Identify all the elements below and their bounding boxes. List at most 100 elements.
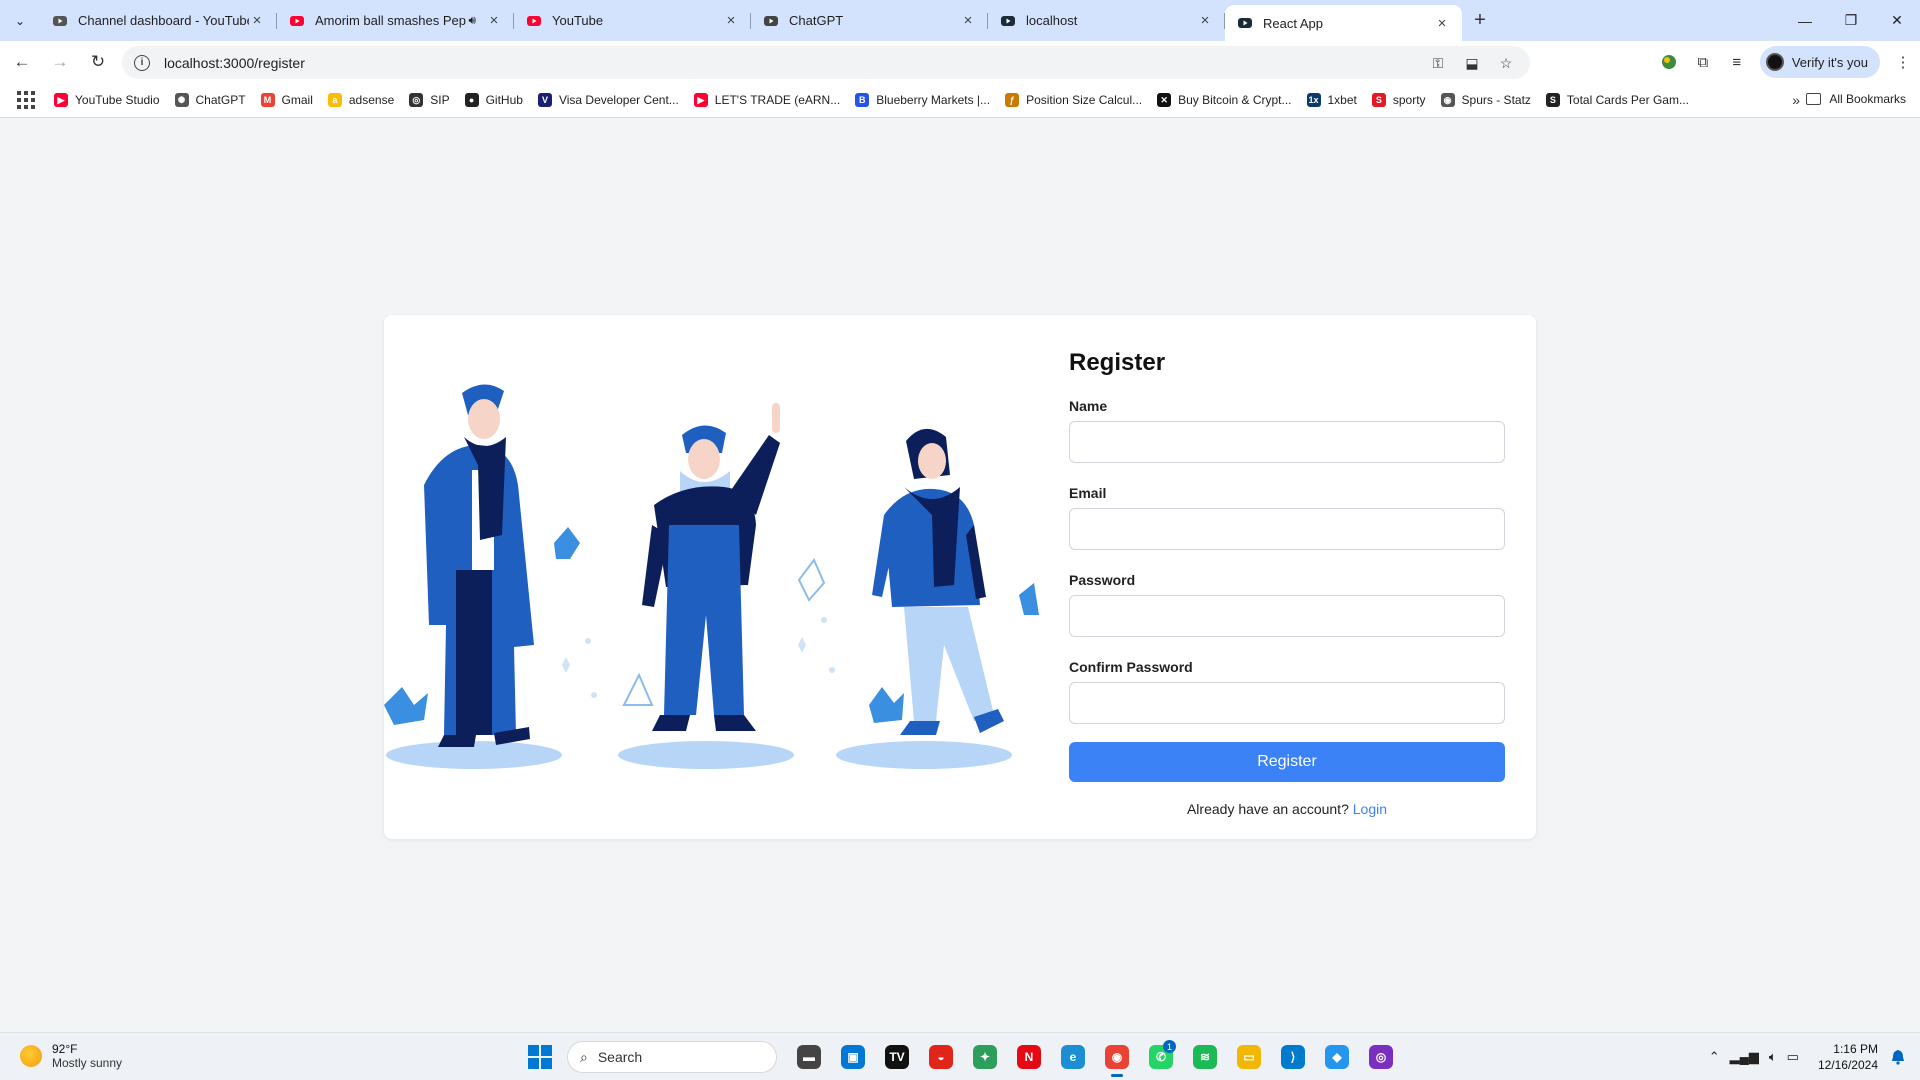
bookmark-item[interactable]: ● GitHub xyxy=(464,93,523,107)
avatar xyxy=(1765,53,1784,71)
spotify-app-glyph: ≋ xyxy=(1193,1045,1217,1069)
tab-search-button[interactable]: ⌄ xyxy=(0,0,40,41)
close-window-button[interactable]: ✕ xyxy=(1874,0,1920,41)
purple-app-icon[interactable]: ◎ xyxy=(1363,1039,1399,1075)
wifi-icon[interactable]: ▂▄▆ xyxy=(1730,1049,1759,1065)
close-tab-icon[interactable]: × xyxy=(1434,15,1450,32)
react-icon xyxy=(1237,15,1253,31)
apps-grid-icon[interactable] xyxy=(16,90,36,110)
login-link[interactable]: Login xyxy=(1353,801,1387,817)
edge-app-icon[interactable]: e xyxy=(1055,1039,1091,1075)
back-button[interactable]: ← xyxy=(6,46,38,78)
close-tab-icon[interactable]: × xyxy=(723,12,739,29)
browser-tab[interactable]: Channel dashboard - YouTube Studio× xyxy=(40,0,277,41)
extension-globe-icon[interactable] xyxy=(1652,45,1686,79)
microsoft-store-app-icon[interactable]: ▣ xyxy=(835,1039,871,1075)
clock[interactable]: 1:16 PM 12/16/2024 xyxy=(1818,1041,1878,1073)
bookmark-item[interactable]: 1x 1xbet xyxy=(1306,93,1357,107)
volume-icon[interactable]: 🔈︎ xyxy=(1769,1049,1777,1065)
address-url[interactable]: localhost:3000/register xyxy=(164,55,305,71)
close-tab-icon[interactable]: × xyxy=(486,12,502,29)
tradingview-app-icon[interactable]: TV xyxy=(879,1039,915,1075)
all-bookmarks-button[interactable]: All Bookmarks xyxy=(1806,92,1906,106)
password-key-icon[interactable]: ⚿ xyxy=(1428,53,1448,73)
people-illustration xyxy=(384,384,1039,769)
folder-icon xyxy=(1806,93,1822,105)
bookmark-item[interactable]: V Visa Developer Cent... xyxy=(537,93,679,107)
password-field[interactable] xyxy=(1069,595,1505,637)
bookmark-item[interactable]: ◎ SIP xyxy=(409,93,450,107)
file-explorer-app-icon[interactable]: ▬ xyxy=(791,1039,827,1075)
green-app-glyph: ✦ xyxy=(973,1045,997,1069)
bookmark-favicon-icon: S xyxy=(1545,93,1560,107)
browser-tab[interactable]: React App × xyxy=(1225,5,1462,41)
bookmark-item[interactable]: B Blueberry Markets |... xyxy=(855,93,990,107)
browser-tab[interactable]: localhost × xyxy=(988,0,1225,41)
menu-kebab-icon[interactable]: ⋮ xyxy=(1886,45,1920,79)
close-tab-icon[interactable]: × xyxy=(1197,12,1213,29)
minimize-button[interactable]: — xyxy=(1782,0,1828,41)
vscode-app-icon[interactable]: ⟩ xyxy=(1275,1039,1311,1075)
audio-playing-icon[interactable]: 🔊︎ xyxy=(468,13,476,28)
name-label: Name xyxy=(1069,398,1108,414)
bookmark-item[interactable]: a adsense xyxy=(327,93,394,107)
bookmark-label: Position Size Calcul... xyxy=(1026,93,1143,107)
profile-button[interactable]: Verify it's you xyxy=(1759,46,1880,78)
youtube-icon xyxy=(289,13,305,29)
clock-date: 12/16/2024 xyxy=(1817,1058,1878,1072)
react-icon xyxy=(1000,13,1016,29)
restore-button[interactable]: ❐ xyxy=(1828,0,1874,41)
taskbar-search[interactable]: ⌕ Search xyxy=(567,1041,777,1073)
green-app-icon[interactable]: ✦ xyxy=(967,1039,1003,1075)
browser-tab[interactable]: ChatGPT × xyxy=(751,0,988,41)
browser-tab[interactable]: YouTube × xyxy=(514,0,751,41)
bookmark-item[interactable]: S Total Cards Per Gam... xyxy=(1545,93,1689,107)
bookmark-star-icon[interactable]: ☆ xyxy=(1496,53,1516,73)
tab-title: React App xyxy=(1263,15,1323,31)
new-tab-button[interactable]: + xyxy=(1462,0,1498,41)
spotify-app-icon[interactable]: ≋ xyxy=(1187,1039,1223,1075)
bookmark-item[interactable]: M Gmail xyxy=(260,93,313,107)
bookmark-favicon-icon: ◉ xyxy=(1440,93,1455,107)
tab-title: ChatGPT xyxy=(789,13,844,28)
notification-bell-icon[interactable] xyxy=(1890,1049,1906,1065)
register-button[interactable]: Register xyxy=(1069,742,1505,782)
docker-app-icon[interactable]: ◆ xyxy=(1319,1039,1355,1075)
folder-app-icon[interactable]: ▭ xyxy=(1231,1039,1267,1075)
chrome-app-icon[interactable]: ◉ xyxy=(1099,1039,1135,1077)
name-field[interactable] xyxy=(1069,421,1505,463)
bookmark-item[interactable]: ▶ YouTube Studio xyxy=(54,93,160,107)
install-app-icon[interactable]: ⬓ xyxy=(1462,53,1482,73)
battery-icon[interactable]: ▭ xyxy=(1787,1049,1799,1065)
media-control-icon[interactable]: ≡ xyxy=(1720,45,1754,79)
bookmark-item[interactable]: ✕ Buy Bitcoin & Crypt... xyxy=(1157,93,1292,107)
netflix-app-icon[interactable]: N xyxy=(1011,1039,1047,1075)
close-tab-icon[interactable]: × xyxy=(249,12,265,29)
extensions-puzzle-icon[interactable]: ⧉ xyxy=(1686,45,1720,79)
start-button[interactable] xyxy=(525,1042,555,1072)
address-bar[interactable]: i localhost:3000/register ⚿ ⬓ ☆ xyxy=(122,46,1530,79)
reload-button[interactable]: ↻ xyxy=(82,46,114,78)
browser-toolbar: ← → ↻ i localhost:3000/register ⚿ ⬓ ☆ ⧉ … xyxy=(0,41,1920,83)
close-tab-icon[interactable]: × xyxy=(960,12,976,29)
tab-list: Channel dashboard - YouTube Studio×Amori… xyxy=(40,0,1498,41)
weather-desc: Mostly sunny xyxy=(52,1056,123,1070)
chevron-up-icon[interactable]: ⌃ xyxy=(1709,1049,1720,1065)
bookmark-favicon-icon: 1x xyxy=(1306,93,1321,107)
confirm-password-field[interactable] xyxy=(1069,682,1505,724)
browser-tab[interactable]: Amorim ball smashes Pep at 🔊︎ × xyxy=(277,0,514,41)
weather-widget[interactable]: 92°F Mostly sunny xyxy=(20,1042,122,1070)
acrobat-app-icon[interactable]: ◒ xyxy=(923,1039,959,1075)
whatsapp-app-icon[interactable]: ✆ 1 xyxy=(1143,1039,1179,1075)
bookmark-item[interactable]: ƒ Position Size Calcul... xyxy=(1005,93,1142,107)
bookmark-item[interactable]: ▶ LET'S TRADE (eARN... xyxy=(693,93,840,107)
more-bookmarks-icon[interactable]: » xyxy=(1792,92,1800,108)
email-field[interactable] xyxy=(1069,508,1505,550)
forward-button[interactable]: → xyxy=(44,46,76,78)
bookmark-label: Blueberry Markets |... xyxy=(876,93,991,107)
bookmark-item[interactable]: Ssporty xyxy=(1371,93,1426,107)
bookmark-item[interactable]: ◉ Spurs - Statz xyxy=(1440,93,1531,107)
bookmark-label: ChatGPT xyxy=(195,93,246,107)
site-info-icon[interactable]: i xyxy=(134,54,150,71)
bookmark-item[interactable]: ✺ ChatGPT xyxy=(174,93,246,107)
